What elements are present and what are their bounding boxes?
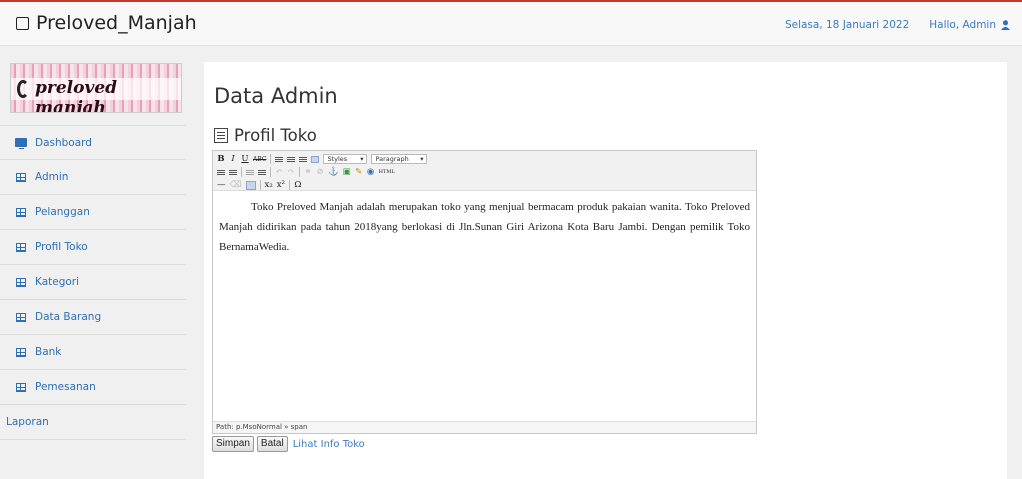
editor-paragraph: Toko Preloved Manjah adalah merupakan to… [219,201,750,253]
table-icon [15,382,26,392]
sidebar-item-pemesanan[interactable]: Pemesanan [0,370,186,405]
table-icon [15,207,26,217]
section-title-text: Profil Toko [234,126,317,145]
user-icon [1001,20,1010,30]
sidebar-item-label: Admin [35,171,69,183]
table-icon [15,277,26,287]
sidebar-item-data-barang[interactable]: Data Barang [0,300,186,335]
align-left-icon[interactable] [275,155,284,163]
outdent-icon[interactable] [246,168,254,176]
sidebar-item-kategori[interactable]: Kategori [0,265,186,300]
brand-name: Preloved_Manjah [36,12,197,34]
sidebar: preloved manjah Dashboard Admin Pelangga… [0,47,186,479]
cleanup-icon[interactable]: ✎ [355,167,363,177]
underline-button[interactable]: U [241,154,249,164]
sidebar-item-dashboard[interactable]: Dashboard [0,125,186,160]
visual-aid-icon[interactable] [245,180,256,190]
editor-toolbar: B I U ABC Styles ▾ Paragraph ▾ ↶ ↷ ⚭ ⊘ ⚓… [213,151,756,191]
anchor-icon[interactable]: ⚓ [328,167,339,177]
save-button[interactable]: Simpan [212,436,254,452]
redo-icon[interactable]: ↷ [287,167,295,177]
bold-button[interactable]: B [217,154,225,164]
remove-format-icon[interactable]: ⌫ [230,180,242,190]
special-char-icon[interactable]: Ω [294,180,302,190]
align-right-icon[interactable] [299,155,308,163]
rich-text-editor: B I U ABC Styles ▾ Paragraph ▾ ↶ ↷ ⚭ ⊘ ⚓… [212,150,757,434]
align-justify-icon[interactable] [311,155,320,163]
table-icon [15,172,26,182]
sidebar-item-label: Laporan [6,416,49,428]
editor-path: Path: p.MsoNormal » span [213,421,756,433]
table-icon [15,312,26,322]
user-greeting: Hallo, Admin [929,19,996,31]
sidebar-item-admin[interactable]: Admin [0,160,186,195]
italic-button[interactable]: I [229,154,237,164]
sidebar-item-bank[interactable]: Bank [0,335,186,370]
cancel-button[interactable]: Batal [256,436,288,452]
sidebar-item-label: Profil Toko [35,241,88,253]
sidebar-item-label: Data Barang [35,311,102,323]
table-icon [15,242,26,252]
format-select[interactable]: Paragraph ▾ [371,154,428,164]
bullet-list-icon[interactable] [217,168,225,176]
store-logo: preloved manjah [10,63,182,113]
numbered-list-icon[interactable] [229,168,237,176]
indent-icon[interactable] [258,168,266,176]
unlink-icon[interactable]: ⊘ [316,167,324,177]
current-date: Selasa, 18 Januari 2022 [784,19,910,31]
section-title: Profil Toko [214,126,317,145]
subscript-button[interactable]: x₂ [265,180,273,190]
table-icon [15,347,26,357]
sidebar-item-label: Pemesanan [35,381,96,393]
strikethrough-button[interactable]: ABC [253,156,266,163]
sidebar-item-label: Pelanggan [35,206,90,218]
brand[interactable]: Preloved_Manjah [16,12,197,34]
list-icon [214,128,228,143]
sidebar-item-pelanggan[interactable]: Pelanggan [0,195,186,230]
link-icon[interactable]: ⚭ [304,167,312,177]
sidebar-item-label: Kategori [35,276,80,288]
sidebar-nav: Dashboard Admin Pelanggan Profil Toko Ka… [0,125,186,440]
header-right: Selasa, 18 Januari 2022 Hallo, Admin [785,19,1010,31]
html-source-button[interactable]: HTML [379,169,395,175]
monitor-icon [14,138,27,149]
undo-icon[interactable]: ↶ [275,167,283,177]
superscript-button[interactable]: x² [277,180,285,190]
styles-select[interactable]: Styles ▾ [323,154,368,164]
page-title: Data Admin [214,84,338,108]
image-icon[interactable]: ▣ [343,167,351,177]
horizontal-rule-icon[interactable]: — [217,180,226,190]
sidebar-item-laporan[interactable]: Laporan [0,405,186,440]
top-navbar: Preloved_Manjah Selasa, 18 Januari 2022 … [0,0,1022,46]
form-actions: Simpan Batal Lihat Info Toko [212,436,365,452]
info-link[interactable]: Lihat Info Toko [293,439,365,450]
help-icon[interactable]: ◉ [367,167,375,177]
user-menu[interactable]: Hallo, Admin [929,19,1010,31]
editor-content[interactable]: Toko Preloved Manjah adalah merupakan to… [213,191,756,257]
square-icon [16,16,29,30]
sidebar-item-profil-toko[interactable]: Profil Toko [0,230,186,265]
sidebar-item-label: Bank [35,346,62,358]
sidebar-item-label: Dashboard [35,136,92,149]
main-panel: Data Admin Profil Toko B I U ABC Styles ▾… [204,62,1007,479]
align-center-icon[interactable] [287,155,296,163]
